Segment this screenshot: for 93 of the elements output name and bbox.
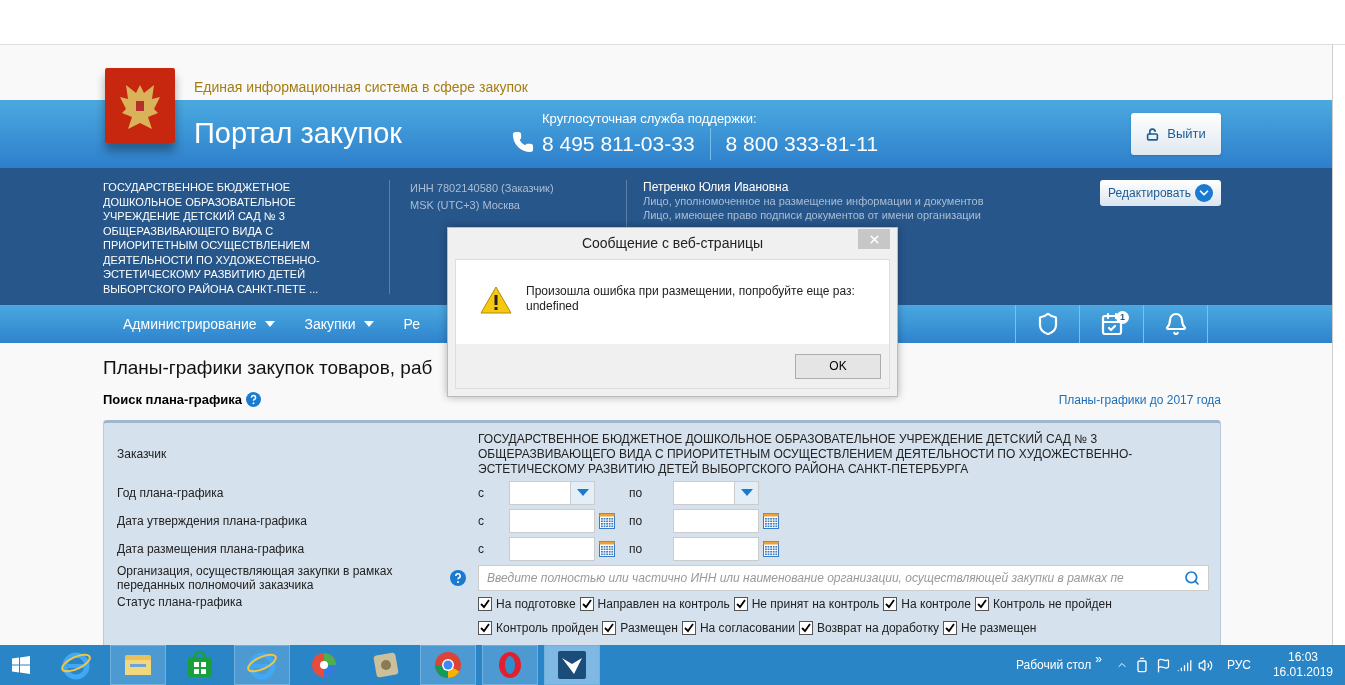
support-label: Круглосуточная служба поддержки: bbox=[542, 109, 758, 128]
caret-icon bbox=[576, 489, 589, 496]
checkbox[interactable] bbox=[602, 620, 617, 635]
calendar-check-icon[interactable] bbox=[1099, 312, 1124, 336]
notification-badge: 1 bbox=[1116, 311, 1129, 324]
checkbox[interactable] bbox=[883, 596, 898, 611]
checkbox[interactable] bbox=[579, 596, 594, 611]
field-label: Статус плана-графика bbox=[117, 594, 244, 609]
toolbar-expand[interactable]: » bbox=[1095, 650, 1102, 668]
edit-button[interactable]: Редактировать bbox=[1100, 180, 1221, 206]
year-select[interactable] bbox=[509, 480, 595, 505]
phone-number: 8 800 333-81-11 bbox=[709, 128, 879, 160]
organization-search-field[interactable]: Введите полностью или частично ИНН или наименование организации, осуществляющей закупки в рамках пе bbox=[478, 564, 1209, 591]
search-icon[interactable] bbox=[1184, 569, 1200, 586]
customer-name: ГОСУДАРСТВЕННОЕ БЮДЖЕТНОЕ ДОШКОЛЬНОЕ ОБРАЗОВАТЕЛЬНОЕ УЧРЕЖДЕНИЕ ДЕТСКИЙ САД № 3 ОБЩЕРАЗВИВАЮЩЕГО ВИДА С ПРИОРИТЕТНЫМ ОСУЩЕСТВЛЕНИЕМ ДЕЯТЕЛЬНОСТИ ПО ХУДОЖЕСТВЕННО-ЭСТЕТИЧЕСКОМУ РАЗВИТИЮ ДЕТЕЙ ВЫБОРГСКОГО РАЙОНА САНКТ-ПЕТЕРБУРГА bbox=[478, 431, 1134, 477]
calendar-icon[interactable] bbox=[599, 512, 615, 529]
field-label: Заказчик bbox=[117, 447, 168, 461]
year-select[interactable] bbox=[673, 480, 759, 505]
windows-start-icon[interactable] bbox=[12, 656, 30, 674]
calendar-icon[interactable] bbox=[599, 540, 615, 557]
caret-icon bbox=[363, 321, 374, 327]
volume-icon[interactable] bbox=[1197, 657, 1213, 673]
range-from-label: с bbox=[478, 512, 485, 530]
checkbox-label: На согласовании bbox=[699, 619, 795, 637]
user-name: Петренко Юлия Ивановна bbox=[643, 180, 790, 194]
checkbox-label: Контроль пройден bbox=[496, 619, 599, 637]
archive-link[interactable]: Планы-графики до 2017 года bbox=[1058, 390, 1221, 409]
warning-icon bbox=[480, 286, 512, 314]
range-to-label: по bbox=[628, 540, 644, 558]
field-label: Дата размещения плана-графика bbox=[117, 541, 306, 556]
checkbox[interactable] bbox=[798, 620, 813, 635]
dialog-title: Сообщение с веб-страницы bbox=[580, 234, 765, 253]
emblem-logo[interactable] bbox=[105, 68, 175, 143]
checkbox-label: Возврат на доработку bbox=[816, 619, 940, 637]
field-label: Дата утверждения плана-графика bbox=[117, 513, 308, 528]
section-title: Поиск плана-графика bbox=[103, 391, 243, 409]
bell-icon[interactable] bbox=[1163, 312, 1188, 336]
checkbox[interactable] bbox=[943, 620, 958, 635]
caret-icon bbox=[740, 489, 753, 496]
flag-icon[interactable] bbox=[1155, 657, 1171, 673]
nav-menu-item[interactable]: Ре bbox=[403, 313, 421, 335]
chevron-down-icon bbox=[1195, 184, 1213, 202]
range-from-label: с bbox=[478, 540, 485, 558]
checkbox[interactable] bbox=[974, 596, 989, 611]
help-icon[interactable] bbox=[246, 392, 262, 408]
desktop-label[interactable]: Рабочий стол bbox=[1015, 656, 1092, 674]
field-label: Год плана-графика bbox=[117, 485, 225, 500]
ok-button[interactable]: OK bbox=[795, 353, 881, 379]
checkbox-label: Не размещен bbox=[961, 619, 1037, 637]
portal-title[interactable]: Портал закупок bbox=[194, 112, 512, 156]
checkbox-label: Не принят на контроль bbox=[751, 595, 880, 613]
nav-menu-item[interactable]: Администрирование bbox=[123, 313, 275, 335]
page-title: Планы-графики закупок товаров, раб bbox=[103, 356, 433, 380]
checkbox[interactable] bbox=[733, 596, 748, 611]
range-to-label: по bbox=[628, 484, 644, 502]
field-label: Организация, осуществляющая закупки в рамках переданных полномочий заказчика bbox=[117, 563, 394, 592]
tagline: Единая информационная система в сфере закупок bbox=[194, 78, 528, 97]
signal-icon[interactable] bbox=[1176, 657, 1192, 673]
phone-number: 8 495 811-03-33 bbox=[542, 131, 695, 157]
date-field[interactable] bbox=[509, 508, 595, 533]
unlock-icon bbox=[1146, 127, 1160, 141]
timezone-text: MSK (UTC+3) Москва bbox=[410, 197, 521, 213]
checkbox-label: Направлен на контроль bbox=[597, 595, 730, 613]
clock-time[interactable]: 16:03 bbox=[1287, 650, 1318, 665]
date-field[interactable] bbox=[673, 536, 759, 561]
help-icon[interactable] bbox=[450, 569, 466, 586]
user-role: Лицо, уполномоченное на размещение информации и документов bbox=[643, 194, 984, 208]
inn-text: ИНН 7802140580 (Заказчик) bbox=[410, 181, 555, 196]
range-to-label: по bbox=[628, 512, 644, 530]
range-from-label: с bbox=[478, 484, 485, 502]
chrome-icon[interactable] bbox=[432, 649, 464, 681]
logout-button[interactable]: Выйти bbox=[1131, 113, 1221, 155]
taskbar-button[interactable] bbox=[544, 645, 600, 685]
calendar-icon[interactable] bbox=[763, 540, 779, 557]
dialog-message: Произошла ошибка при размещении, попробуйте еще раз: undefined bbox=[526, 284, 855, 314]
checkbox-label: На контроле bbox=[901, 595, 971, 613]
organization-name: ГОСУДАРСТВЕННОЕ БЮДЖЕТНОЕ ДОШКОЛЬНОЕ ОБРАЗОВАТЕЛЬНОЕ УЧРЕЖДЕНИЕ ДЕТСКИЙ САД № 3 ОБЩЕРАЗВИВАЮЩЕГО ВИДА С ПРИОРИТЕТНЫМ ОСУЩЕСТВЛЕНИЕМ ДЕЯТЕЛЬНОСТИ ПО ХУДОЖЕСТВЕННО-ЭСТЕТИЧЕСКОМУ РАЗВИТИЮ ДЕТЕЙ ВЫБОРГСКОГО РАЙОНА САНКТ-ПЕТЕ ... bbox=[103, 180, 321, 297]
caret-icon bbox=[264, 321, 275, 327]
checkbox[interactable] bbox=[478, 596, 492, 611]
checkbox[interactable] bbox=[478, 620, 492, 635]
checkbox[interactable] bbox=[681, 620, 696, 635]
checkbox-label: Размещен bbox=[620, 619, 678, 637]
close-icon bbox=[867, 232, 881, 246]
nav-menu-item[interactable]: Закупки bbox=[304, 313, 374, 335]
calendar-icon[interactable] bbox=[763, 512, 779, 529]
checkbox-label: На подготовке bbox=[496, 595, 576, 613]
clock-date[interactable]: 16.01.2019 bbox=[1272, 665, 1333, 680]
user-role: Лицо, имеющее право подписи документов от имени организации bbox=[643, 208, 982, 222]
language-indicator[interactable]: РУС bbox=[1226, 656, 1251, 674]
date-field[interactable] bbox=[673, 508, 759, 533]
date-field[interactable] bbox=[509, 536, 595, 561]
checkbox-label: Контроль не пройден bbox=[992, 595, 1112, 613]
phone-icon bbox=[512, 131, 534, 153]
